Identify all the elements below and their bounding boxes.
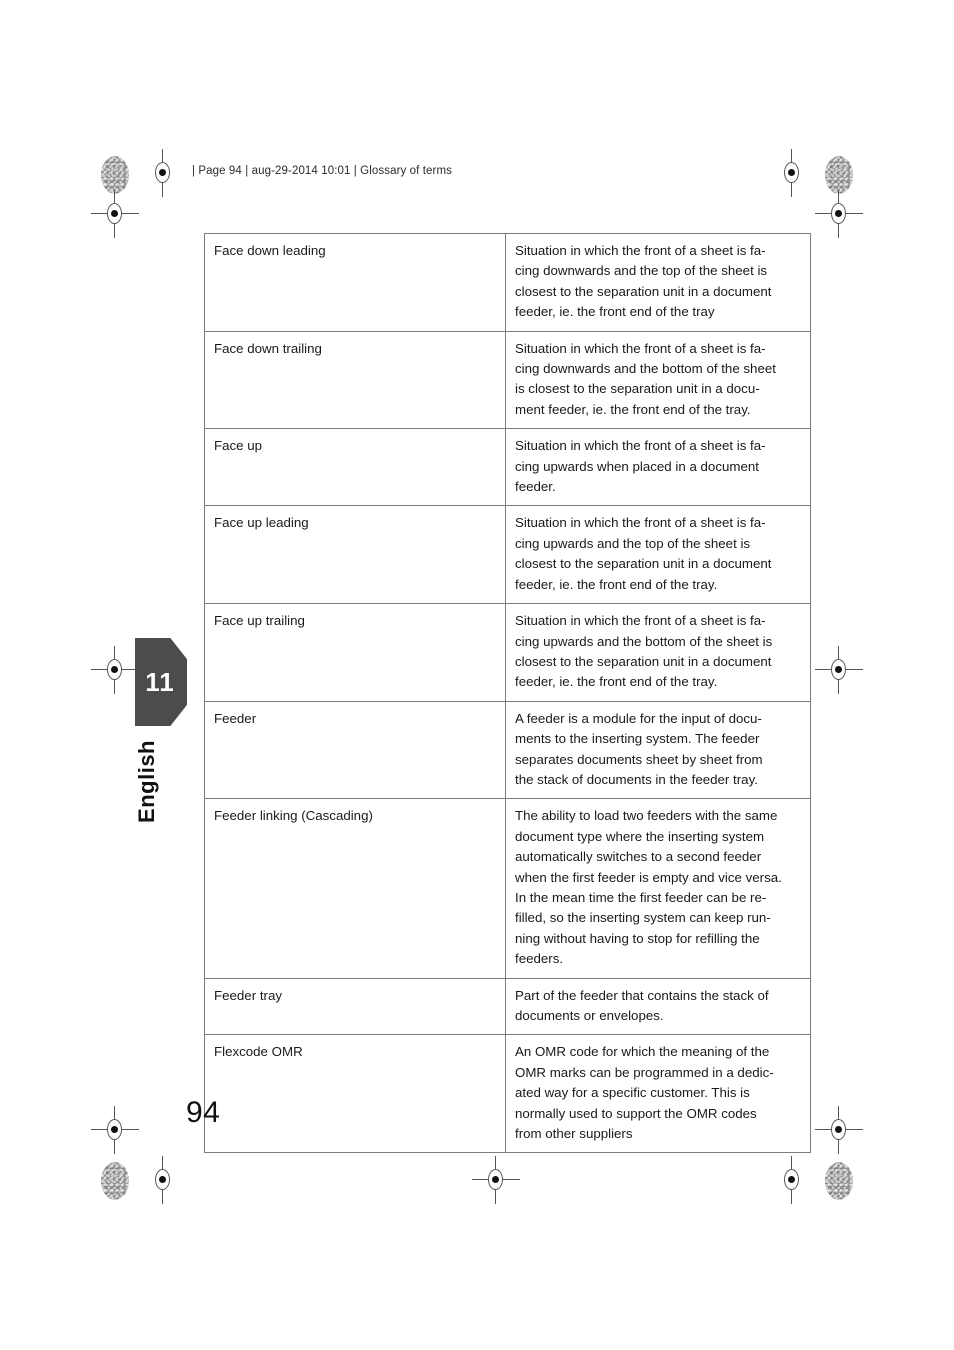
glossary-definition-line: ated way for a specific customer. This i… xyxy=(515,1085,750,1101)
trim-line-top-right-vertical xyxy=(0,41,1,81)
glossary-term: Feeder linking (Cascading) xyxy=(204,798,506,979)
glossary-definition-line: The ability to load two feeders with the… xyxy=(515,808,778,824)
density-patch-bottom-right xyxy=(825,1162,853,1200)
glossary-definition-line: Situation in which the front of a sheet … xyxy=(515,613,766,629)
glossary-definition-line: A feeder is a module for the input of do… xyxy=(515,710,762,726)
glossary-definition: Situation in which the front of a sheet … xyxy=(505,505,811,605)
glossary-definition-line: ning without having to stop for refillin… xyxy=(515,930,760,946)
glossary-row: Face up Situation in which the front of a… xyxy=(204,428,811,507)
glossary-definition-line: cing upwards and the top of the sheet is xyxy=(515,535,751,551)
glossary-definition-line: cing upwards when placed in a document xyxy=(515,458,759,474)
glossary-row: Face down trailing Situation in which the… xyxy=(204,330,811,430)
registration-target-left-upper xyxy=(91,190,139,238)
glossary-definition: The ability to load two feeders with the… xyxy=(505,798,811,979)
glossary-definition-line: feeder, ie. the front end of the tray. xyxy=(515,576,718,592)
density-patch-top-right xyxy=(825,156,853,194)
glossary-definition-line: Situation in which the front of a sheet … xyxy=(515,438,766,454)
glossary-definition-line: OMR marks can be programmed in a dedic- xyxy=(515,1064,774,1080)
registration-target-top-left xyxy=(148,149,178,197)
glossary-definition-line: cing downwards and the top of the sheet … xyxy=(515,263,768,279)
language-label: English xyxy=(134,740,159,823)
glossary-row: Feeder linking (Cascading) The ability to… xyxy=(204,798,811,979)
glossary-definition-line: automatically switches to a second feede… xyxy=(515,849,762,865)
glossary-definition-line: the stack of documents in the feeder tra… xyxy=(515,771,758,787)
glossary-definition-line: feeder, ie. the front end of the tray. xyxy=(515,674,718,690)
registration-target-bottom-center xyxy=(472,1156,520,1204)
chapter-tab-number: 11 xyxy=(145,667,175,697)
glossary-row: Feeder tray Part of the feeder that conta… xyxy=(204,977,811,1036)
glossary-term: Flexcode OMR xyxy=(204,1034,506,1154)
glossary-definition-line: closest to the separation unit in a docu… xyxy=(515,653,772,669)
trim-line-right-bottom-horizontal xyxy=(0,123,60,124)
glossary-definition: An OMR code for which the meaning of the… xyxy=(505,1034,811,1154)
glossary-row: Face up leading Situation in which the fr… xyxy=(204,505,811,605)
running-header: | Page 94 | aug-29-2014 10:01 | Glossary… xyxy=(192,165,452,177)
glossary-row: Face up trailing Situation in which the f… xyxy=(204,603,811,702)
registration-target-right-lower xyxy=(815,1106,863,1154)
registration-target-bottom-right xyxy=(777,1156,807,1204)
glossary-definition: Part of the feeder that contains the sta… xyxy=(505,977,811,1036)
glossary-definition-line: ments to the inserting system. The feede… xyxy=(515,731,760,747)
glossary-definition-line: document type where the inserting system xyxy=(515,828,765,844)
glossary-definition-line: is closest to the separation unit in a d… xyxy=(515,381,760,397)
glossary-row: Flexcode OMR An OMR code for which the me… xyxy=(204,1034,811,1154)
print-marks-layer xyxy=(0,0,954,1204)
glossary-definition-line: Situation in which the front of a sheet … xyxy=(515,515,766,531)
glossary-term: Face down leading xyxy=(204,233,506,332)
trim-line-right-middle-vertical xyxy=(0,82,1,122)
glossary-definition: Situation in which the front of a sheet … xyxy=(505,603,811,702)
chapter-tab: 11 xyxy=(135,638,187,726)
trim-line-bottom-right-vertical xyxy=(0,166,1,208)
trim-line-bottom-left-vertical xyxy=(0,124,1,166)
glossary-definition-line: Part of the feeder that contains the sta… xyxy=(515,987,769,1003)
glossary-definition: Situation in which the front of a sheet … xyxy=(505,233,811,332)
glossary-term: Feeder xyxy=(204,700,506,800)
glossary-definition-line: filled, so the inserting system can keep… xyxy=(515,910,771,926)
glossary-definition-line: when the first feeder is empty and vice … xyxy=(515,869,782,885)
glossary-definition-line: An OMR code for which the meaning of the xyxy=(515,1044,770,1060)
glossary-definition: A feeder is a module for the input of do… xyxy=(505,700,811,800)
glossary-definition-line: closest to the separation unit in a docu… xyxy=(515,283,772,299)
page-sheet: | Page 94 | aug-29-2014 10:01 | Glossary… xyxy=(0,0,954,1350)
glossary-table: Face down leading Situation in which the … xyxy=(204,233,811,1154)
glossary-definition-line: separates documents sheet by sheet from xyxy=(515,751,763,767)
trim-line-right-top-horizontal xyxy=(0,81,60,82)
glossary-definition-line: documents or envelopes. xyxy=(515,1008,664,1023)
registration-target-right-upper xyxy=(815,190,863,238)
glossary-definition-line: feeder, ie. the front end of the tray xyxy=(515,304,715,320)
glossary-term: Face up leading xyxy=(204,505,506,605)
glossary-definition-line: feeder. xyxy=(515,479,556,495)
registration-target-left-middle xyxy=(91,646,139,694)
density-patch-top-left xyxy=(101,156,129,194)
trim-line-top-left-vertical xyxy=(0,0,1,40)
glossary-definition: Situation in which the front of a sheet … xyxy=(505,428,811,507)
registration-target-top-right xyxy=(777,149,807,197)
glossary-term: Feeder tray xyxy=(204,977,506,1036)
page-number: 94 xyxy=(186,1096,221,1129)
glossary-definition-line: cing downwards and the bottom of the she… xyxy=(515,361,776,377)
glossary-definition-line: normally used to support the OMR codes xyxy=(515,1105,757,1121)
glossary-definition-line: cing upwards and the bottom of the sheet… xyxy=(515,633,773,649)
registration-target-left-lower xyxy=(91,1106,139,1154)
registration-target-bottom-left xyxy=(148,1156,178,1204)
glossary-row: Face down leading Situation in which the … xyxy=(204,233,811,332)
glossary-term: Face down trailing xyxy=(204,330,506,430)
glossary-definition-line: Situation in which the front of a sheet … xyxy=(515,340,766,356)
glossary-table-body: Face down leading Situation in which the … xyxy=(204,233,811,1154)
glossary-definition-line: closest to the separation unit in a docu… xyxy=(515,556,772,572)
glossary-definition-line: feeders. xyxy=(515,951,564,967)
glossary-term: Face up trailing xyxy=(204,603,506,702)
glossary-definition: Situation in which the front of a sheet … xyxy=(505,330,811,430)
registration-target-right-middle xyxy=(815,646,863,694)
trim-line-left-top-horizontal xyxy=(0,40,60,41)
glossary-term: Face up xyxy=(204,428,506,507)
glossary-definition-line: Situation in which the front of a sheet … xyxy=(515,243,766,258)
glossary-row: Feeder A feeder is a module for the input… xyxy=(204,700,811,800)
glossary-definition-line: from other suppliers xyxy=(515,1126,633,1142)
glossary-definition-line: ment feeder, ie. the front end of the tr… xyxy=(515,401,751,417)
density-patch-bottom-left xyxy=(101,1162,129,1200)
glossary-definition-line: In the mean time the first feeder can be… xyxy=(515,889,767,905)
